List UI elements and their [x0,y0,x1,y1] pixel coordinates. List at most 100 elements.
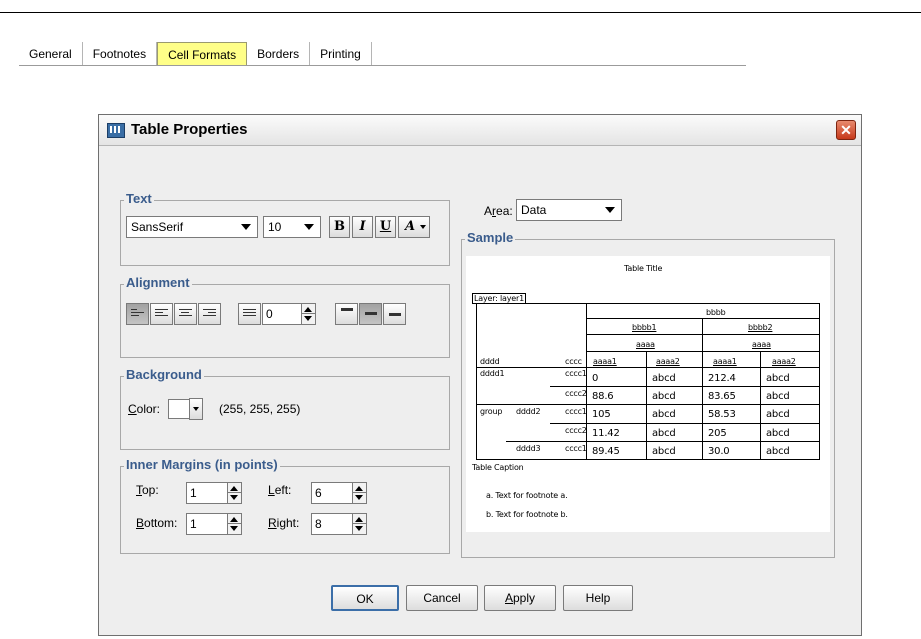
arrow-down-icon [230,495,238,500]
text-group-label: Text [124,191,154,206]
title-bar[interactable]: Table Properties ✕ [99,115,861,146]
preview-cell: abcd [652,446,676,457]
background-color-value: (255, 255, 255) [219,402,301,416]
tab-cell-formats[interactable]: Cell Formats [157,42,248,66]
preview-cell: 0 [592,373,599,384]
valign-top-icon [341,308,353,311]
preview-row-cccc: cccc2 [565,389,587,398]
spinner-arrows[interactable] [352,483,366,503]
align-left-icon [155,309,168,319]
bottom-margin-stepper[interactable]: 1 [186,513,242,535]
preview-cell: 105 [592,409,611,420]
preview-row-cccc: cccc2 [565,426,587,435]
color-dropdown-button[interactable] [189,398,203,420]
arrow-down-icon [355,495,363,500]
preview-aaaa-1: aaaa [636,340,655,349]
underline-button[interactable]: U [375,216,396,238]
text-color-button[interactable]: A [398,216,430,238]
font-size-select[interactable]: 10 [263,216,321,238]
preview-cell: 88.6 [592,391,614,402]
chevron-down-icon [420,225,426,229]
preview-cell: abcd [652,373,676,384]
preview-col-head: aaaa1 [593,357,617,366]
preview-cell: 30.0 [708,446,730,457]
decimal-align-icon [243,309,256,319]
chevron-down-icon [241,224,251,230]
top-margin-value: 1 [190,486,197,500]
ok-button[interactable]: OK [331,585,399,611]
decimal-align-button[interactable] [238,303,261,325]
top-rule [0,12,921,13]
align-left-button[interactable] [150,303,173,325]
close-button[interactable]: ✕ [836,120,856,140]
spinner-arrows[interactable] [227,514,241,534]
preview-cell: 83.65 [708,391,736,402]
chevron-down-icon [193,407,199,411]
tab-general[interactable]: General [19,42,83,66]
valign-bottom-button[interactable] [383,303,406,325]
left-margin-label: Left: [268,483,292,497]
preview-cell: 212.4 [708,373,736,384]
arrow-up-icon [230,486,238,491]
font-select[interactable]: SansSerif [126,216,258,238]
preview-row-cccc: cccc1 [565,407,587,416]
align-right-button[interactable] [198,303,221,325]
valign-middle-button[interactable] [359,303,382,325]
preview-col-sub2: bbbb2 [748,323,773,332]
preview-cell: 89.45 [592,446,620,457]
spinner-arrows[interactable] [301,304,315,324]
arrow-up-icon [304,307,312,312]
preview-row-cccc: cccc1 [565,444,587,453]
background-color-label: Color: [128,402,161,416]
arrow-down-icon [304,316,312,321]
left-margin-value: 6 [315,486,322,500]
arrow-up-icon [355,486,363,491]
align-center-icon [179,309,192,319]
bottom-margin-value: 1 [190,517,197,531]
spinner-arrows[interactable] [352,514,366,534]
tab-borders[interactable]: Borders [247,42,311,66]
preview-caption: Table Caption [472,463,524,472]
chevron-down-icon [304,224,314,230]
chevron-down-icon [605,207,615,213]
preview-row-dddd: dddd2 [516,407,541,416]
preview-aaaa-2: aaaa [752,340,771,349]
background-color-swatch[interactable] [168,399,190,419]
margins-group-label: Inner Margins (in points) [124,457,280,472]
preview-cell: abcd [766,446,790,457]
text-color-label: A [405,219,416,234]
bold-button[interactable]: B [329,216,350,238]
alignment-group-label: Alignment [124,275,192,290]
top-margin-stepper[interactable]: 1 [186,482,242,504]
preview-cell: abcd [766,428,790,439]
preview-cell: 11.42 [592,428,620,439]
area-label: Area: [484,204,513,218]
arrow-down-icon [355,526,363,531]
align-right-icon [203,309,216,319]
apply-button[interactable]: Apply [484,585,556,611]
area-select[interactable]: Data [516,199,622,221]
indent-stepper[interactable]: 0 [262,303,316,325]
tab-footnotes[interactable]: Footnotes [83,42,158,66]
tab-printing[interactable]: Printing [310,42,372,66]
cancel-button[interactable]: Cancel [406,585,478,611]
margins-group: Inner Margins (in points) [120,457,450,554]
preview-col-sub1: bbbb1 [632,323,657,332]
tab-bar: General Footnotes Cell Formats Borders P… [19,42,372,66]
italic-button[interactable]: I [352,216,373,238]
align-center-button[interactable] [174,303,197,325]
valign-top-button[interactable] [335,303,358,325]
preview-row-dddd: dddd3 [516,444,541,453]
font-size-value: 10 [268,220,282,234]
right-margin-stepper[interactable]: 8 [311,513,367,535]
preview-cell: abcd [766,409,790,420]
spinner-arrows[interactable] [227,483,241,503]
valign-bottom-icon [389,313,401,316]
help-button[interactable]: Help [563,585,633,611]
left-margin-stepper[interactable]: 6 [311,482,367,504]
arrow-up-icon [230,517,238,522]
right-margin-value: 8 [315,517,322,531]
align-mixed-button[interactable] [126,303,149,325]
preview-cell: abcd [652,409,676,420]
preview-cell: abcd [766,373,790,384]
